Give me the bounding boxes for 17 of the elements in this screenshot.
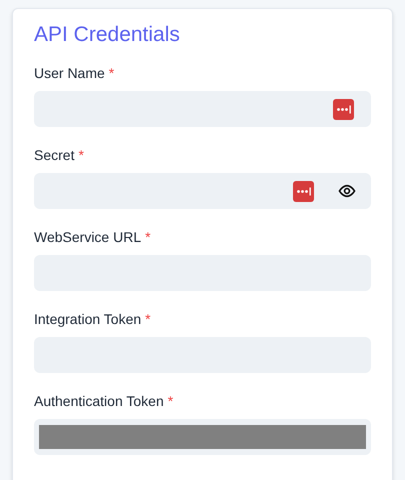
input-field[interactable] — [34, 91, 371, 127]
field-label: Integration Token — [34, 310, 142, 329]
field-label: Authentication Token — [34, 392, 164, 411]
field-label: WebService URL — [34, 228, 142, 247]
field-label: User Name — [34, 64, 105, 83]
required-mark: * — [108, 64, 114, 83]
required-mark: * — [145, 310, 151, 329]
required-mark: * — [168, 392, 174, 411]
field-label: Secret — [34, 146, 74, 165]
input-field[interactable] — [34, 419, 371, 455]
eye-icon[interactable] — [338, 182, 356, 200]
required-mark: * — [78, 146, 84, 165]
password-manager-icon[interactable] — [333, 98, 354, 120]
input-field[interactable] — [34, 173, 371, 209]
card-title: API Credentials — [34, 22, 180, 48]
password-manager-icon[interactable] — [293, 180, 314, 202]
required-mark: * — [145, 228, 151, 247]
